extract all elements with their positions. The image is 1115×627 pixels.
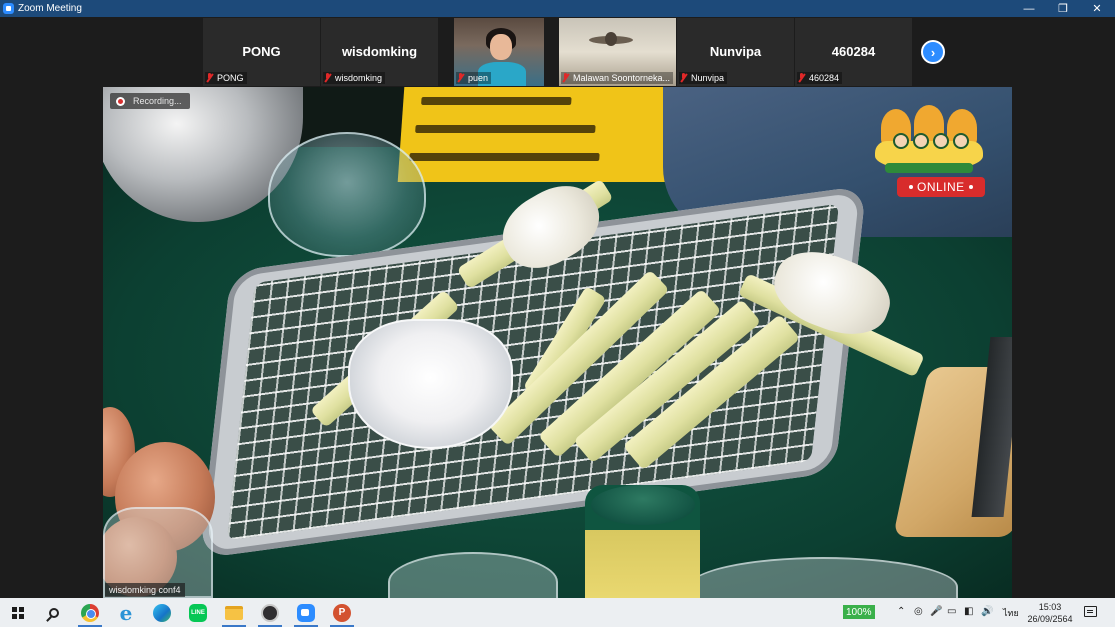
mic-muted-icon — [205, 73, 214, 83]
line-icon: LINE — [189, 603, 207, 622]
caption-label: wisdomking — [335, 73, 383, 83]
microphone-icon[interactable]: 🎤 — [930, 606, 942, 617]
sign-text-line — [415, 125, 596, 133]
clock-time: 15:03 — [1038, 602, 1062, 612]
zoom-app-icon — [3, 3, 14, 14]
participant-caption: 460284 — [797, 72, 843, 84]
windows-icon — [12, 606, 24, 619]
participant-tile-460284[interactable]: 460284 460284 — [795, 18, 912, 86]
mic-muted-icon — [797, 73, 806, 83]
sign-text-line — [409, 153, 600, 161]
clock-date: 26/09/2564 — [1027, 614, 1073, 624]
logo-character — [933, 133, 949, 149]
caption-label: Nunvipa — [691, 73, 725, 83]
participant-name: Nunvipa — [709, 44, 762, 59]
network-icon[interactable]: ◧ — [964, 606, 973, 617]
participant-name: 460284 — [831, 44, 876, 59]
logo-character — [913, 133, 929, 149]
logo-character — [893, 133, 909, 149]
taskbar-edge[interactable] — [144, 598, 180, 627]
taskbar-zoom[interactable] — [288, 598, 324, 627]
mic-muted-icon — [323, 73, 332, 83]
powerpoint-icon: P — [333, 603, 351, 622]
system-clock[interactable]: 15:03 26/09/2564 — [1026, 601, 1074, 625]
main-video: Recording... ONLINE wisdomking conf4 — [103, 87, 1012, 598]
logo-character — [953, 133, 969, 149]
participant-tile-wisdomking[interactable]: wisdomking wisdomking — [321, 18, 438, 86]
gallery-strip: PONG PONG wisdomking wisdomking puen Mal… — [203, 18, 913, 86]
search-icon — [49, 607, 59, 618]
taskbar-chrome[interactable] — [72, 598, 108, 627]
badge-dot — [968, 185, 973, 189]
taskbar-file-explorer[interactable] — [216, 598, 252, 627]
mic-muted-icon — [561, 73, 570, 83]
logo-thai-text — [885, 163, 973, 173]
recording-indicator[interactable]: Recording... — [110, 93, 190, 109]
participant-caption: Malawan Soontorneka... — [561, 72, 674, 84]
mic-muted-icon — [679, 73, 688, 83]
mic-muted-icon — [456, 73, 465, 83]
title-bar: Zoom Meeting — ❐ ✕ — [0, 0, 1115, 17]
notification-center-icon[interactable] — [1084, 606, 1097, 617]
online-badge: ONLINE — [897, 177, 985, 197]
caption-label: Malawan Soontorneka... — [573, 73, 671, 83]
participant-tile-nunvipa[interactable]: Nunvipa Nunvipa — [677, 18, 794, 86]
obs-icon — [261, 603, 279, 622]
participant-caption: wisdomking — [323, 72, 386, 84]
spice-jar-lid — [591, 485, 695, 525]
participant-caption: Nunvipa — [679, 72, 728, 84]
online-label: ONLINE — [917, 180, 965, 194]
close-button[interactable]: ✕ — [1080, 0, 1114, 17]
taskbar-line[interactable]: LINE — [180, 598, 216, 627]
sign-text-line — [421, 97, 572, 105]
taskbar-powerpoint[interactable]: P — [324, 598, 360, 627]
window-title: Zoom Meeting — [18, 3, 82, 14]
participant-tile-pong[interactable]: PONG PONG — [203, 18, 320, 86]
participant-tile-malawan[interactable]: Malawan Soontorneka... — [559, 18, 676, 86]
taskbar-obs[interactable] — [252, 598, 288, 627]
ceiling-fan-hub — [605, 32, 617, 46]
chrome-icon — [81, 603, 99, 622]
taskbar-ie[interactable]: e — [108, 598, 144, 627]
taskbar: e LINE P 100% ⌃ ◎ 🎤 ▭ ◧ 🔊 ไทย 15:03 26/0… — [0, 598, 1115, 627]
internet-explorer-icon: e — [119, 600, 133, 625]
caption-label: 460284 — [809, 73, 840, 83]
caption-label: puen — [468, 73, 489, 83]
volume-icon[interactable]: 🔊 — [981, 606, 993, 617]
tray-app-icon[interactable]: ◎ — [914, 606, 923, 617]
yellow-sign — [397, 87, 675, 182]
record-icon — [116, 96, 125, 106]
maximize-button[interactable]: ❐ — [1046, 0, 1080, 17]
minimize-button[interactable]: — — [1012, 0, 1046, 17]
input-language[interactable]: ไทย — [1003, 606, 1019, 620]
sugar-bowl — [348, 319, 513, 449]
battery-percent-badge[interactable]: 100% — [843, 605, 875, 619]
caption-label: PONG — [217, 73, 244, 83]
show-hidden-icons-icon[interactable]: ⌃ — [897, 606, 905, 617]
recording-label: Recording... — [133, 96, 182, 106]
participant-video-face — [490, 34, 512, 60]
badge-dot — [909, 185, 913, 189]
participant-caption: puen — [456, 72, 492, 84]
gallery-next-button[interactable]: › — [921, 40, 945, 64]
participant-name: wisdomking — [341, 44, 418, 59]
meeting-area: PONG PONG wisdomking wisdomking puen Mal… — [0, 17, 1115, 598]
participant-caption: PONG — [205, 72, 247, 84]
battery-icon[interactable]: ▭ — [947, 606, 956, 617]
participant-tile-puen[interactable]: puen — [454, 18, 544, 86]
water-glass-bowl — [268, 132, 426, 257]
taskbar-search-button[interactable] — [36, 598, 72, 627]
program-logo: ONLINE — [871, 105, 987, 205]
participant-name: PONG — [242, 44, 281, 59]
zoom-icon — [297, 603, 315, 622]
active-speaker-name: wisdomking conf4 — [105, 583, 185, 597]
edge-icon — [153, 603, 171, 622]
folder-icon — [225, 605, 243, 620]
start-button[interactable] — [0, 598, 36, 627]
